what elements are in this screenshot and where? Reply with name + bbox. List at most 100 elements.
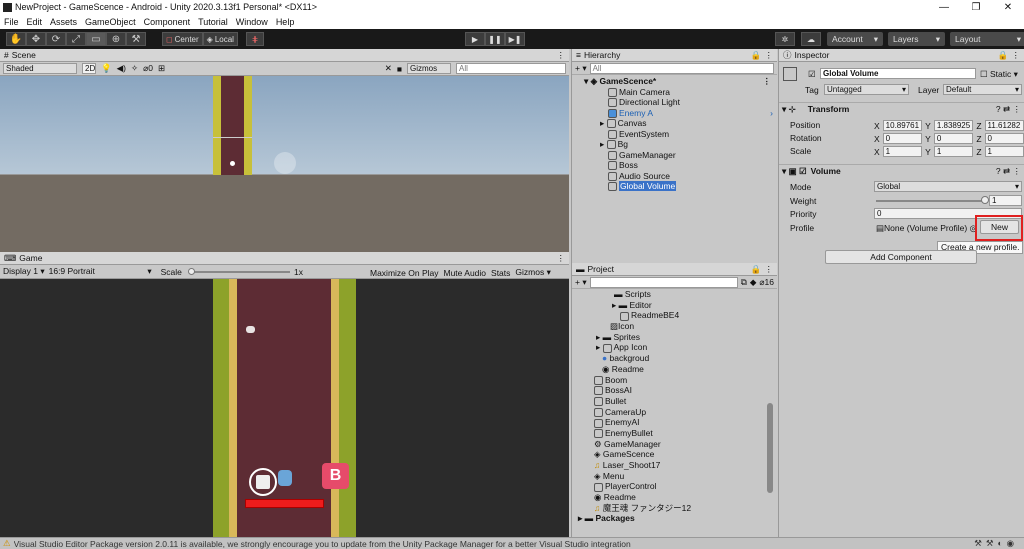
position-x-input[interactable]: 10.89761 [882,120,923,131]
hierarchy-item[interactable]: Directional Light [584,97,777,108]
menu-window[interactable]: Window [236,15,268,29]
maximize-on-play-toggle[interactable]: Maximize On Play [370,268,439,278]
more-menu-icon[interactable]: ⋮ [557,253,566,264]
maximize-button[interactable]: ❐ [960,0,992,15]
menu-gameobject[interactable]: GameObject [85,15,136,29]
hierarchy-item[interactable]: GameManager [584,150,777,161]
menu-component[interactable]: Component [144,15,191,29]
gizmos-dropdown[interactable]: Gizmos ▾ [515,267,550,278]
project-asset[interactable]: ♫ 魔王魂 ファンタジー12 [574,503,777,514]
custom-tool-icon[interactable]: ⚒ [126,32,146,46]
more-menu-icon[interactable]: ⋮ [763,76,772,87]
project-asset[interactable]: EnemyAI [574,417,777,428]
position-y-input[interactable]: 1.838925 [933,120,974,131]
weight-input[interactable]: 1 [989,195,1022,206]
project-asset[interactable]: Bullet [574,396,777,407]
project-search-input[interactable] [589,276,738,288]
hierarchy-item[interactable]: Main Camera [584,87,777,98]
lock-icon[interactable]: 🔒 [998,50,1009,61]
project-asset[interactable]: Boom [574,375,777,386]
profile-field[interactable]: ▤None (Volume Profile) ◎ [876,223,977,234]
scale-slider[interactable] [190,271,290,273]
scene-viewport[interactable] [0,76,569,252]
cloud-icon[interactable]: ☁ [801,32,821,46]
project-folder[interactable]: ▸ ▬ Editor [574,300,777,311]
menu-edit[interactable]: Edit [27,15,43,29]
bomb-button[interactable]: B [322,463,349,489]
transform-header[interactable]: ▾ ⊹ Transform? ⇄ ⋮ [779,102,1024,115]
layers-dropdown[interactable]: Layers ▾ [888,32,945,46]
project-folder[interactable]: ▸ App Icon [574,342,777,353]
layer-dropdown[interactable]: Default ▾ [943,84,1022,95]
rotate-tool-icon[interactable]: ⟳ [46,32,66,46]
scene-search-input[interactable]: All [456,63,566,74]
project-asset[interactable]: EnemyBullet [574,428,777,439]
effects-icon[interactable]: ✧ [131,63,138,74]
aspect-dropdown[interactable]: 16:9 Portrait ▾ [49,266,152,277]
object-name-input[interactable]: Global Volume [820,68,976,79]
search-filter-icon[interactable]: ⧉ [741,277,747,288]
grid-snap-icon[interactable]: ⋕ [245,32,264,46]
label-filter-icon[interactable]: ◆ [750,277,757,288]
scene-root[interactable]: ▾ ◈ GameScence* ⋮ [584,76,777,87]
project-asset[interactable]: ◉ Readme [574,364,777,375]
scrollbar-thumb[interactable] [767,403,773,493]
hierarchy-search-input[interactable]: All [589,62,774,74]
lighting-toggle-icon[interactable]: 💡 [101,63,112,74]
shading-mode-dropdown[interactable]: Shaded [3,63,77,74]
hidden-objects-icon[interactable]: ⌀0 [143,63,153,74]
project-asset[interactable]: BossAI [574,385,777,396]
component-menu-icon[interactable]: ? ⇄ ⋮ [996,166,1021,177]
add-component-button[interactable]: Add Component [825,250,977,264]
chevron-right-icon[interactable]: › [770,108,773,119]
rotation-x-input[interactable]: 0 [882,133,923,144]
grid-icon[interactable]: ⊞ [158,63,165,74]
more-menu-icon[interactable]: ⋮ [765,264,774,275]
rotation-z-input[interactable]: 0 [984,133,1024,144]
menu-file[interactable]: File [4,15,19,29]
hierarchy-item[interactable]: Audio Source [584,171,777,182]
lock-icon[interactable]: 🔒 [751,264,762,275]
project-folder[interactable]: ▬ Scripts [574,289,777,300]
volume-header[interactable]: ▾ ▣ ☑ Volume? ⇄ ⋮ [779,164,1024,177]
hierarchy-item[interactable]: ▸ Canvas [584,118,777,129]
hierarchy-item-selected[interactable]: Global Volume [584,181,763,192]
new-profile-button[interactable]: New [980,220,1019,234]
scale-x-input[interactable]: 1 [882,146,923,157]
account-dropdown[interactable]: Account ▾ [827,32,883,46]
more-menu-icon[interactable]: ⋮ [557,50,566,61]
move-tool-icon[interactable]: ✥ [26,32,46,46]
project-asset[interactable]: CameraUp [574,407,777,418]
pivot-center-button[interactable]: ◻ Center [162,32,203,46]
inspector-tab[interactable]: ⓘ Inspector 🔒 ⋮ [779,49,1024,62]
project-asset[interactable]: ▨Icon [574,321,777,332]
scale-z-input[interactable]: 1 [984,146,1024,157]
scale-tool-icon[interactable]: ⤢ [66,32,86,46]
tools-icon[interactable]: ✕ [385,63,392,74]
menu-tutorial[interactable]: Tutorial [198,15,228,29]
weight-slider[interactable] [876,200,984,202]
display-dropdown[interactable]: Display 1 ▾ [3,266,45,277]
static-checkbox[interactable]: ☐ Static ▾ [980,69,1018,80]
project-asset[interactable]: ◈ GameScence [574,449,777,460]
scene-tab[interactable]: # Scene ⋮ [0,49,569,62]
status-tray-icons[interactable]: ⚒⚒◐◉ [974,538,1018,549]
minimize-button[interactable]: — [928,0,960,15]
project-asset[interactable]: ◈ Menu [574,471,777,482]
transform-tool-icon[interactable]: ⊕ [106,32,126,46]
rect-tool-icon[interactable]: ▭ [86,32,106,46]
mute-audio-toggle[interactable]: Mute Audio [444,268,487,278]
project-folder[interactable]: ▸ ▬ Sprites [574,332,777,343]
project-asset[interactable]: ⚙ GameManager [574,439,777,450]
project-asset[interactable]: ♫ Laser_Shoot17 [574,460,777,471]
active-checkbox[interactable]: ☑ [808,69,816,80]
weight-slider-handle[interactable] [981,196,989,204]
stats-toggle[interactable]: Stats [491,268,510,278]
hierarchy-item[interactable]: Enemy A › [584,108,777,119]
position-z-input[interactable]: 11.61282 [984,120,1024,131]
hierarchy-item[interactable]: EventSystem [584,129,777,140]
create-button[interactable]: + ▾ [575,63,587,74]
component-menu-icon[interactable]: ? ⇄ ⋮ [996,104,1021,115]
rotation-y-input[interactable]: 0 [933,133,974,144]
hierarchy-item[interactable]: Boss [584,160,777,171]
